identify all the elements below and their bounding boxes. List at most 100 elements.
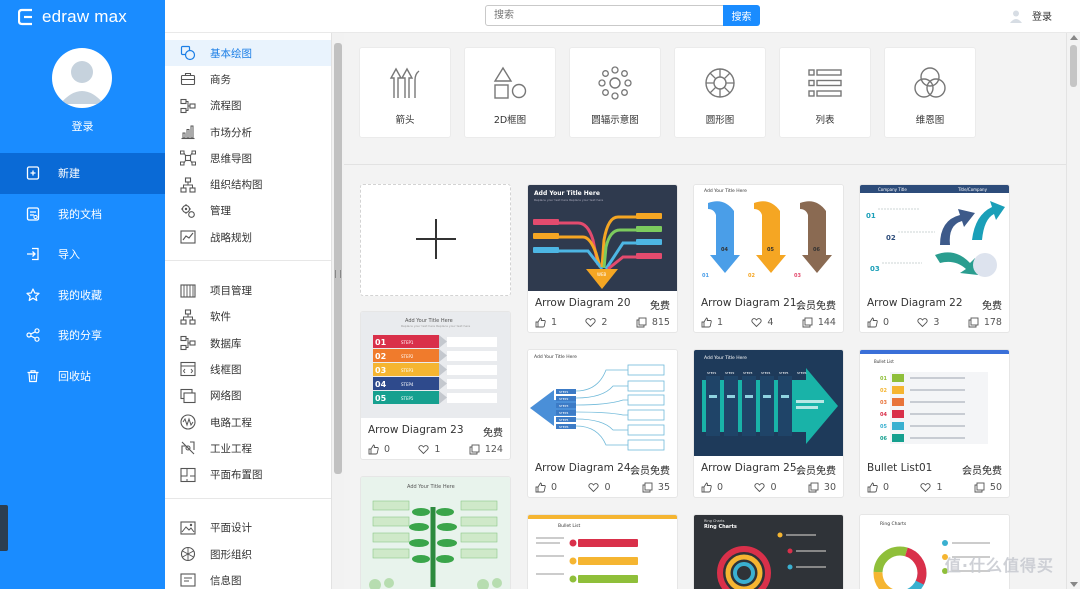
category-scrollbar[interactable] [331,33,344,589]
comment-stat[interactable]: 0 [588,482,611,493]
category-graphic-design[interactable]: 平面设计 [165,515,331,541]
category-business[interactable]: 商务 [165,66,331,92]
thumb-number: 06 [880,436,887,442]
copy-stat[interactable]: 144 [802,317,836,328]
category-circuit[interactable]: 电路工程 [165,409,331,435]
comment-stat[interactable]: 3 [917,317,939,328]
side-feedback-tab[interactable] [0,505,8,551]
category-infographic[interactable]: 信息图 [165,567,331,589]
category-basic-drawing[interactable]: 基本绘图 [165,40,331,67]
type-card-arrows[interactable]: 箭头 [359,47,451,138]
category-label: 软件 [210,311,231,324]
category-industrial[interactable]: 工业工程 [165,435,331,461]
sidebar-login-link[interactable]: 登录 [0,118,165,134]
comment-count: 1 [434,444,441,455]
avatar[interactable] [52,48,112,108]
thumb-step-number: 03 [375,366,386,375]
comment-stat[interactable]: 1 [418,444,440,455]
comment-stat[interactable]: 4 [751,317,773,328]
like-stat[interactable]: 0 [867,482,889,493]
sidebar-item-my-documents[interactable]: 我的文档 [0,194,165,235]
category-graphic-organizer[interactable]: 图形组织 [165,541,331,567]
copy-stat[interactable]: 815 [636,317,670,328]
like-stat[interactable]: 0 [701,482,723,493]
thumb-step-label: STEP4 [761,371,770,375]
type-card-radial[interactable]: 圆辐示意图 [569,47,661,138]
scrollbar-thumb[interactable] [1070,45,1077,87]
category-mind-map[interactable]: 思维导图 [165,145,331,171]
comment-count: 0 [770,482,777,493]
category-strategy[interactable]: 战略规划 [165,224,331,250]
category-label: 线框图 [210,363,242,376]
copy-stat[interactable]: 30 [808,482,836,493]
edraw-logo-icon [18,8,32,26]
category-label: 项目管理 [210,285,252,298]
sidebar-item-favorites[interactable]: 我的收藏 [0,275,165,316]
heart-icon [920,483,932,493]
like-stat[interactable]: 1 [701,317,723,328]
category-project-management[interactable]: 项目管理 [165,277,331,303]
thumb-tip-label: WEB [597,272,606,277]
copy-stat[interactable]: 50 [974,482,1002,493]
scrollbar-thumb[interactable] [334,43,342,474]
comment-stat[interactable]: 0 [754,482,777,493]
template-name: Bullet List01 [867,462,933,474]
template-card-arrow-diagram-20[interactable]: Add Your Title Here Replace your text he… [527,184,678,333]
panel-resize-handle[interactable] [335,270,341,278]
template-card-arrow-diagram-22[interactable]: Company Title Title/Company 01 02 03 Arr… [859,184,1010,333]
share-icon [26,328,40,343]
header-login[interactable]: 登录 [1009,8,1052,23]
template-card-ring-chart-dark[interactable]: Ring Charts Ring Charts [693,514,844,589]
sidebar-item-shared[interactable]: 我的分享 [0,315,165,356]
thumb-number: 05 [767,247,774,253]
template-card-bullet-list01[interactable]: Bullet List 01 02 03 04 05 06 Bullet Lis… [859,349,1010,498]
sidebar-item-trash[interactable]: 回收站 [0,356,165,397]
copy-stat[interactable]: 35 [642,482,670,493]
app-logo[interactable]: edraw max [18,6,127,28]
type-card-list[interactable]: 列表 [779,47,871,138]
like-stat[interactable]: 0 [368,444,390,455]
category-org-chart[interactable]: 组织结构图 [165,171,331,197]
like-stat[interactable]: 0 [535,482,557,493]
template-card-arrow-diagram-24[interactable]: Add Your Title Here STEP1 STEP2 STEP3 ST… [527,349,678,498]
template-card-arrow-diagram-21[interactable]: Add Your Title Here 01 04 02 05 03 06 Ar… [693,184,844,333]
category-wireframe[interactable]: 线框图 [165,356,331,382]
type-card-2d-shapes[interactable]: 2D框图 [464,47,556,138]
category-software[interactable]: 软件 [165,304,331,330]
new-blank-drawing[interactable] [360,184,511,296]
scroll-up-icon[interactable] [1070,35,1078,40]
template-card-bullet-list-partial[interactable]: Bullet List [527,514,678,589]
thumb-step-label: STEP4 [401,382,414,387]
category-network[interactable]: 网络图 [165,383,331,409]
comment-stat[interactable]: 2 [585,317,607,328]
template-thumbnail: Bullet List [528,515,677,589]
search-input[interactable] [485,5,724,26]
thumb-caption: Replace your text here Replace your text… [534,198,603,202]
user-icon [1010,10,1022,23]
category-database[interactable]: 数据库 [165,330,331,356]
thumb-title: Ring Charts [880,521,907,527]
thumb-title: Bullet List [558,523,581,529]
template-card-arrow-diagram-23[interactable]: Add Your Title Here Replace your text he… [360,311,511,460]
copy-stat[interactable]: 178 [968,317,1002,328]
type-label: 圆辐示意图 [591,115,639,126]
search-button[interactable]: 搜索 [723,5,760,26]
template-card-tree-diagram[interactable]: Add Your Title Here [360,476,511,589]
category-management[interactable]: 管理 [165,198,331,224]
sidebar-item-import[interactable]: 导入 [0,234,165,275]
like-stat[interactable]: 1 [535,317,557,328]
category-market-analysis[interactable]: 市场分析 [165,119,331,145]
like-stat[interactable]: 0 [867,317,889,328]
comment-stat[interactable]: 1 [920,482,943,493]
category-floor-plan[interactable]: 平面布置图 [165,461,331,487]
copy-icon [469,444,480,455]
copy-count: 35 [657,482,670,493]
template-card-arrow-diagram-25[interactable]: Add Your Title Here STEP1 STEP2 STEP3 ST… [693,349,844,498]
scroll-down-icon[interactable] [1070,582,1078,587]
type-card-circle[interactable]: 圆形图 [674,47,766,138]
type-card-venn[interactable]: 维恩图 [884,47,976,138]
main-scrollbar[interactable] [1066,33,1080,589]
category-flowchart[interactable]: 流程图 [165,93,331,119]
copy-stat[interactable]: 124 [469,444,503,455]
sidebar-item-new[interactable]: 新建 [0,153,165,194]
